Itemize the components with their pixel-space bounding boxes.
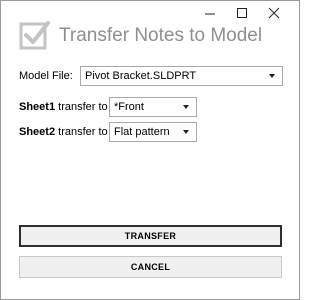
chevron-down-icon — [269, 74, 275, 78]
chevron-down-icon — [183, 105, 189, 109]
close-button[interactable] — [265, 5, 283, 21]
sheet1-view-value: *Front — [114, 101, 144, 113]
sheet2-name: Sheet2 — [19, 126, 56, 138]
dialog-title: Transfer Notes to Model — [59, 25, 263, 46]
sheet1-name: Sheet1 — [19, 101, 56, 113]
model-file-label: Model File: — [19, 70, 73, 82]
sheet1-view-select[interactable]: *Front — [109, 97, 197, 117]
sheet2-transfer-label: transfer to — [55, 126, 108, 138]
sheet2-row-label: Sheet2 transfer to — [19, 126, 108, 138]
sheet1-row-label: Sheet1 transfer to — [19, 101, 108, 113]
model-file-select[interactable]: Pivot Bracket.SLDPRT — [80, 66, 283, 86]
maximize-button[interactable] — [233, 5, 251, 21]
close-icon — [268, 7, 280, 19]
checkbox-logo-icon — [19, 21, 50, 50]
transfer-button[interactable]: TRANSFER — [19, 225, 282, 247]
cancel-button[interactable]: CANCEL — [19, 256, 282, 278]
dialog-window: Transfer Notes to Model Model File: Pivo… — [0, 0, 300, 300]
minimize-icon — [205, 13, 215, 15]
sheet1-transfer-label: transfer to — [55, 101, 108, 113]
maximize-icon — [237, 8, 247, 18]
chevron-down-icon — [183, 130, 189, 134]
sheet2-view-value: Flat pattern — [114, 126, 170, 138]
model-file-value: Pivot Bracket.SLDPRT — [85, 70, 197, 82]
sheet2-view-select[interactable]: Flat pattern — [109, 122, 197, 142]
minimize-button[interactable] — [201, 5, 219, 21]
